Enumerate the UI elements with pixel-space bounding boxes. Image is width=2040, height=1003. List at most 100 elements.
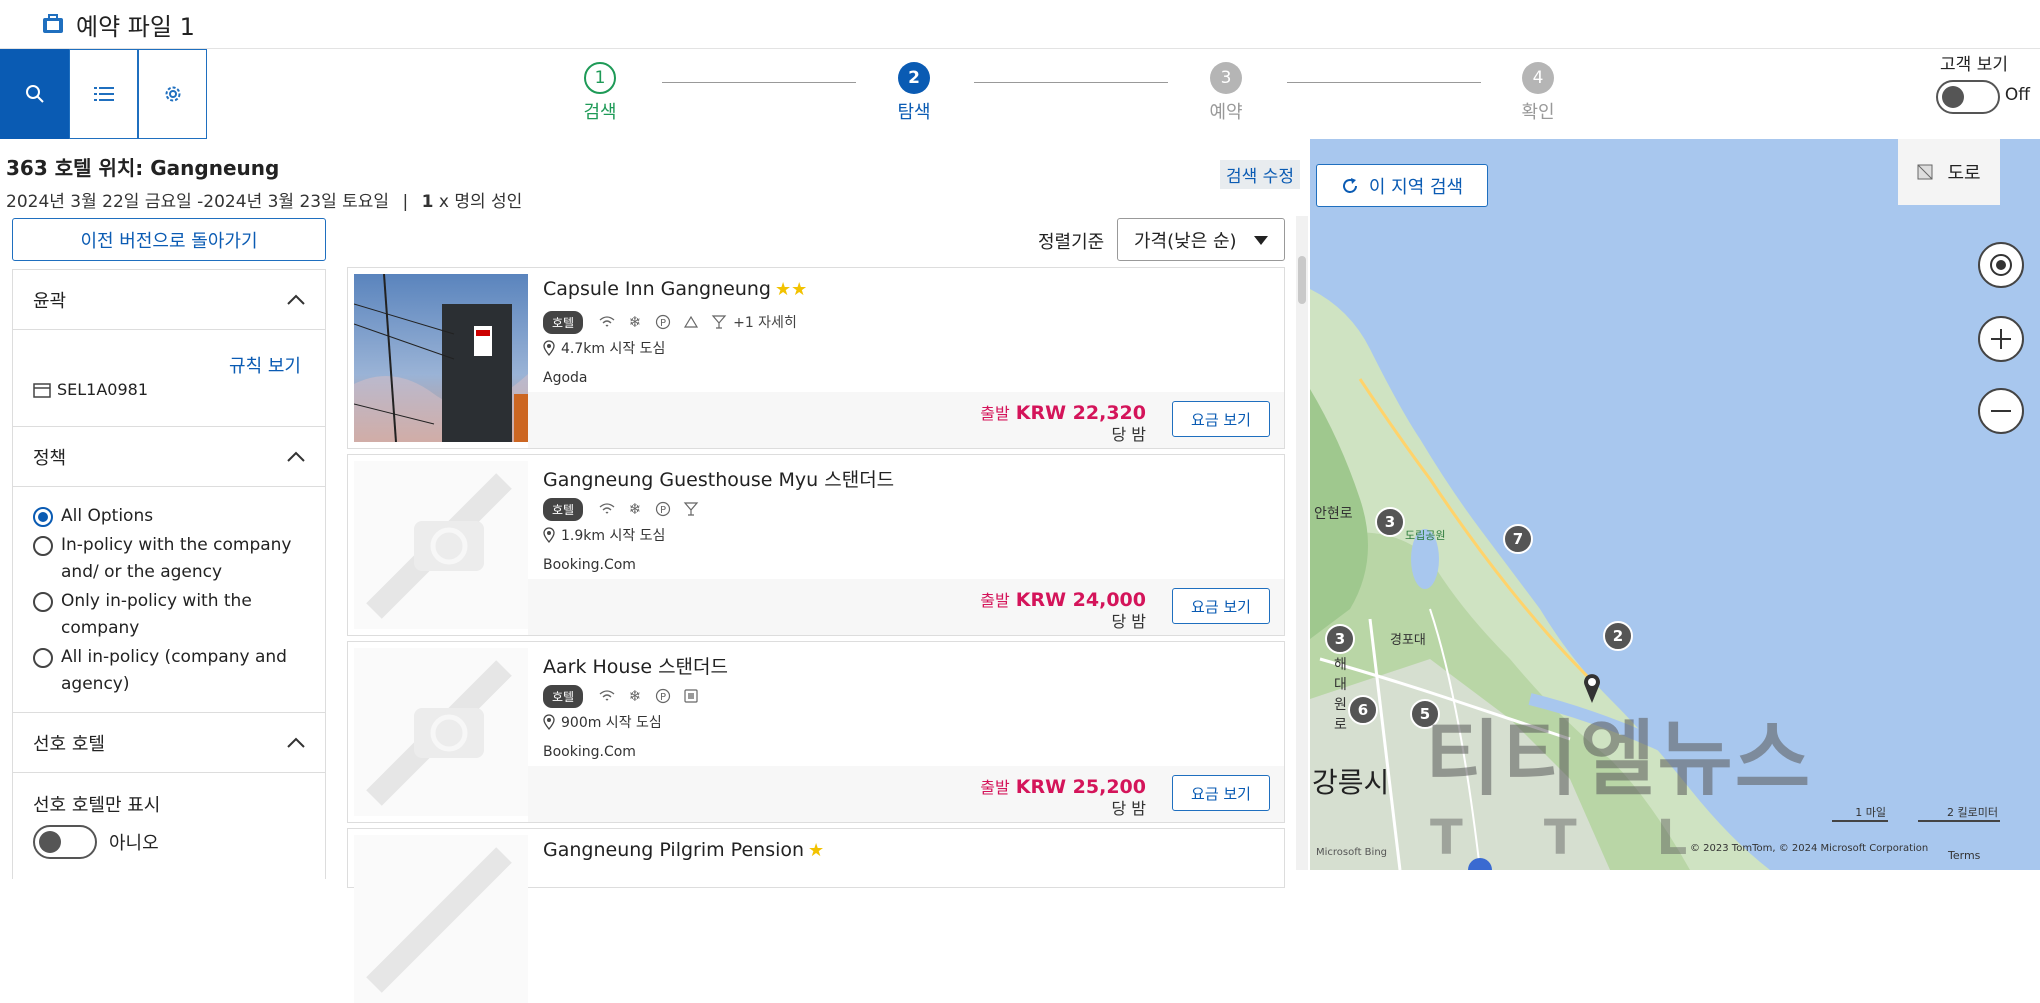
- zoom-out-button[interactable]: [1978, 388, 2024, 434]
- more-amenities-link[interactable]: +1 자세히: [733, 312, 797, 332]
- radio-selected[interactable]: [33, 507, 53, 527]
- map-hotel-cluster-pin[interactable]: 2: [1603, 621, 1633, 651]
- hotel-card[interactable]: Capsule Inn Gangneung ★★ 호텔 ❄ P +1 자세히 4.…: [347, 267, 1285, 449]
- view-rates-button[interactable]: 요금 보기: [1172, 775, 1270, 811]
- camera-placeholder-icon: [354, 648, 528, 816]
- hotel-photo[interactable]: [354, 274, 528, 442]
- outline-section-header[interactable]: 윤곽: [13, 270, 325, 330]
- outline-code-text: SEL1A0981: [57, 380, 149, 399]
- hotel-card[interactable]: Aark House 스탠더드 호텔 ❄ P 900m 시작 도심 Bookin…: [347, 641, 1285, 823]
- target-icon: [1990, 254, 2012, 276]
- price-per-night: 당 밤: [1111, 612, 1146, 631]
- map-road-label: 원: [1334, 697, 1347, 713]
- hotel-card[interactable]: Gangneung Guesthouse Myu 스탠더드 호텔 ❄ P 1.9…: [347, 454, 1285, 636]
- map-road-label: 대: [1334, 677, 1347, 693]
- list-icon: [93, 87, 114, 101]
- svg-text:P: P: [660, 692, 666, 703]
- hotel-name[interactable]: Gangneung Guesthouse Myu 스탠더드: [543, 465, 894, 492]
- hotel-photo-placeholder[interactable]: [354, 835, 528, 1003]
- map-city-label: 강릉시: [1312, 766, 1390, 799]
- map-road-label: 해: [1334, 657, 1347, 673]
- hotel-type-badge: 호텔: [543, 497, 584, 521]
- map-hotel-cluster-pin[interactable]: 7: [1503, 524, 1533, 554]
- radio[interactable]: [33, 648, 53, 668]
- sort-label: 정렬기준: [1038, 232, 1105, 253]
- step-number: 4: [1522, 62, 1554, 94]
- policy-section-header[interactable]: 정책: [13, 427, 325, 487]
- radio[interactable]: [33, 592, 53, 612]
- edit-search-link[interactable]: 검색 수정: [1220, 160, 1300, 189]
- amenity-row: 호텔 ❄ P: [543, 684, 705, 708]
- guest-count: 1: [421, 192, 434, 212]
- provider: Agoda: [543, 370, 588, 386]
- search-this-area-label: 이 지역 검색: [1368, 176, 1464, 198]
- minus-icon: [1991, 410, 2011, 412]
- map-terms-link[interactable]: Terms: [1948, 849, 1980, 862]
- distance: 4.7km 시작 도심: [543, 338, 665, 358]
- search-mode-button[interactable]: [0, 49, 69, 139]
- parking-icon: P: [655, 501, 671, 517]
- hotel-card[interactable]: Gangneung Pilgrim Pension ★: [347, 828, 1285, 1003]
- radio[interactable]: [33, 536, 53, 556]
- results-scrollbar[interactable]: [1296, 216, 1308, 870]
- scrollbar-thumb[interactable]: [1298, 256, 1306, 304]
- air-conditioning-icon: ❄: [628, 313, 642, 331]
- camera-placeholder-icon: [354, 461, 528, 629]
- step-explore[interactable]: 2 탐색: [874, 62, 954, 124]
- step-search[interactable]: 1 검색: [560, 62, 640, 124]
- guest-desc: x 명의 성인: [438, 192, 523, 212]
- preferred-only-toggle[interactable]: [33, 825, 97, 859]
- locate-me-button[interactable]: [1978, 242, 2024, 288]
- preferred-hotel-section-header[interactable]: 선호 호텔: [13, 713, 325, 773]
- settings-button[interactable]: [138, 49, 207, 139]
- view-rates-button[interactable]: 요금 보기: [1172, 588, 1270, 624]
- location-pin-icon: [543, 527, 555, 543]
- hotel-name[interactable]: Gangneung Pilgrim Pension ★: [543, 839, 824, 861]
- view-rates-button[interactable]: 요금 보기: [1172, 401, 1270, 437]
- map-hotel-cluster-pin[interactable]: 6: [1348, 695, 1378, 725]
- hotel-name-text: Aark House 스탠더드: [543, 656, 728, 678]
- hotel-name[interactable]: Capsule Inn Gangneung ★★: [543, 278, 807, 300]
- bar-icon: [683, 502, 699, 516]
- sort-select[interactable]: 가격(낮은 순): [1117, 218, 1285, 261]
- zoom-in-button[interactable]: [1978, 316, 2024, 362]
- policy-option-company-only[interactable]: Only in-policy with the company: [33, 588, 305, 642]
- policy-option-all[interactable]: All Options: [33, 503, 305, 530]
- back-to-previous-version-button[interactable]: 이전 버전으로 돌아가기: [12, 218, 326, 261]
- map-hotel-cluster-pin[interactable]: 3: [1325, 624, 1355, 654]
- chevron-up-icon: [287, 737, 305, 748]
- date-range: 2024년 3월 22일 금요일 -2024년 3월 23일 토요일: [6, 192, 390, 212]
- price-bar: 출발 KRW 22,320 당 밤 요금 보기: [528, 392, 1284, 448]
- hotel-photo-placeholder[interactable]: [354, 648, 528, 816]
- outline-code: SEL1A0981: [33, 380, 148, 399]
- location-pin-icon: [543, 340, 555, 356]
- star-rating-icon: ★: [808, 839, 825, 861]
- road-map-button[interactable]: 도로: [1898, 139, 2000, 205]
- toggle-knob: [39, 831, 61, 853]
- bar-icon: [711, 315, 727, 329]
- policy-option-company-and-agency[interactable]: All in-policy (company and agency): [33, 644, 305, 698]
- customer-view-label: 고객 보기: [1940, 55, 2008, 75]
- provider: Booking.Com: [543, 557, 636, 573]
- booking-stepper: 1 검색 2 탐색 3 예약 4 확인: [560, 62, 1560, 132]
- search-this-area-button[interactable]: 이 지역 검색: [1316, 164, 1488, 207]
- hotel-name[interactable]: Aark House 스탠더드: [543, 652, 728, 679]
- view-rules-link[interactable]: 규칙 보기: [229, 352, 301, 378]
- map-scale-mile: 1 마일: [1832, 804, 1888, 822]
- calendar-icon: [33, 382, 51, 398]
- map-hotel-cluster-pin[interactable]: 3: [1375, 507, 1405, 537]
- hotel-name-text: Gangneung Guesthouse Myu 스탠더드: [543, 469, 895, 491]
- hotel-name-text: Gangneung Pilgrim Pension: [543, 839, 805, 861]
- price-per-night: 당 밤: [1111, 425, 1146, 444]
- list-mode-button[interactable]: [69, 49, 138, 139]
- map-road-label: 경포대: [1390, 633, 1426, 648]
- policy-section-body: All Options In-policy with the company a…: [13, 487, 325, 713]
- customer-view-toggle[interactable]: [1936, 80, 2000, 114]
- hotel-photo-image: [354, 274, 528, 442]
- policy-option-company-or-agency[interactable]: In-policy with the company and/ or the a…: [33, 532, 305, 586]
- spa-icon: [684, 315, 699, 328]
- map-road-label: 안현로: [1314, 506, 1353, 522]
- booking-file-title: 예약 파일 1: [76, 12, 195, 41]
- svg-text:P: P: [660, 505, 666, 516]
- hotel-photo-placeholder[interactable]: [354, 461, 528, 629]
